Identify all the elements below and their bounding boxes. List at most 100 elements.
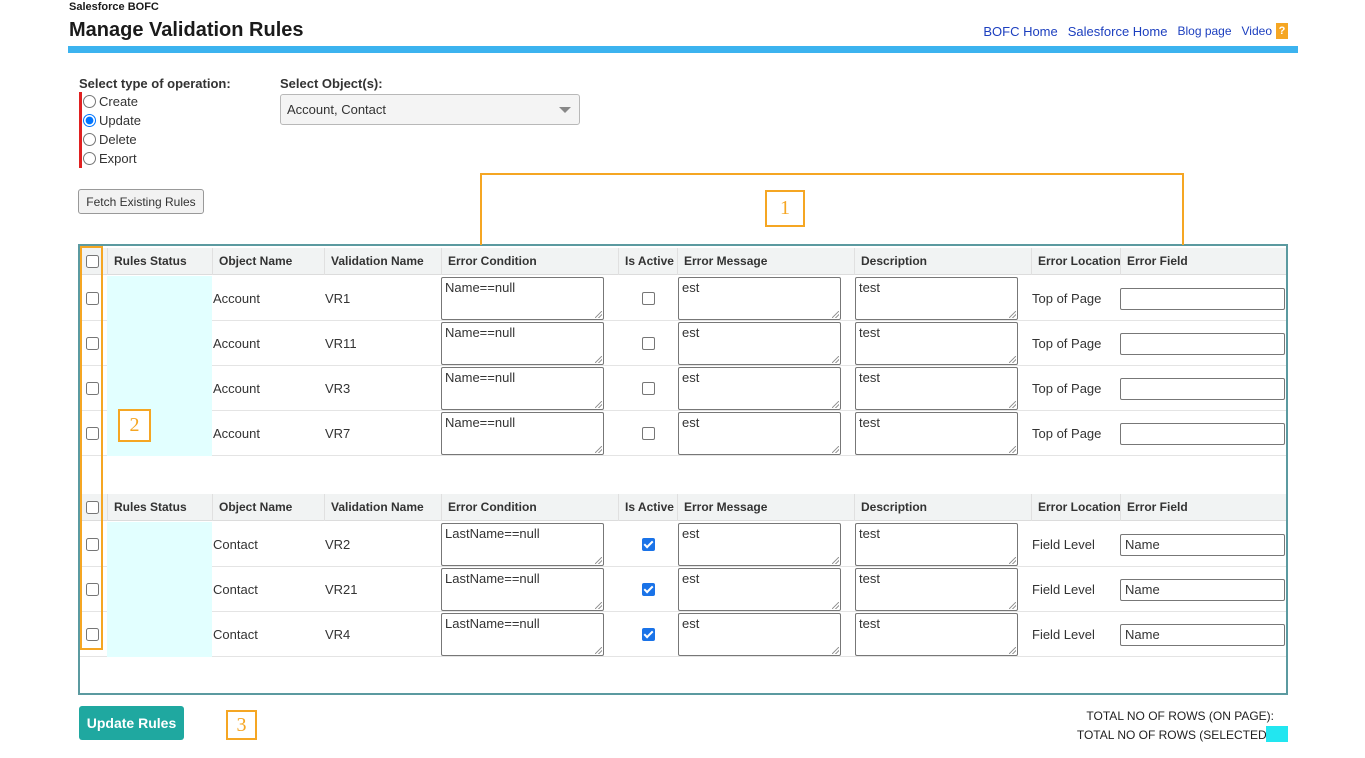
- operation-option-update[interactable]: Update: [83, 111, 141, 130]
- link-video[interactable]: Video: [1242, 24, 1272, 38]
- description-textarea[interactable]: test: [855, 568, 1018, 611]
- table-row: Contact VR4 LastName==null est test Field Lev…: [80, 612, 1286, 657]
- description-textarea[interactable]: test: [855, 412, 1018, 455]
- radio-create[interactable]: [83, 95, 96, 108]
- error-location: Top of Page: [1032, 336, 1102, 351]
- column-header: Error Message: [677, 494, 854, 521]
- resize-grip-icon: [832, 602, 839, 609]
- rules-status-cell: [107, 522, 212, 567]
- help-icon[interactable]: ?: [1276, 23, 1288, 39]
- error-condition-text: Name==null: [445, 280, 516, 295]
- annotation-bracket-2: [80, 246, 103, 650]
- annotation-label-3: 3: [226, 710, 257, 740]
- is-active-checkbox[interactable]: [642, 427, 655, 440]
- operation-option-label: Delete: [99, 132, 137, 147]
- validation-name: VR2: [325, 537, 351, 552]
- error-condition-textarea[interactable]: Name==null: [441, 322, 604, 365]
- resize-grip-icon: [832, 311, 839, 318]
- error-message-textarea[interactable]: est: [678, 412, 841, 455]
- rules-status-cell: [107, 567, 212, 612]
- error-condition-textarea[interactable]: LastName==null: [441, 523, 604, 566]
- column-header: Object Name: [212, 494, 324, 521]
- error-field-input[interactable]: [1120, 423, 1285, 445]
- error-field-input[interactable]: Name: [1120, 534, 1285, 556]
- object-name: Account: [213, 426, 260, 441]
- error-field-input[interactable]: [1120, 333, 1285, 355]
- error-field-input[interactable]: Name: [1120, 579, 1285, 601]
- operation-label: Select type of operation:: [79, 76, 231, 91]
- resize-grip-icon: [1009, 311, 1016, 318]
- description-text: test: [859, 571, 880, 586]
- description-textarea[interactable]: test: [855, 523, 1018, 566]
- error-message-text: est: [682, 571, 700, 586]
- object-name: Account: [213, 291, 260, 306]
- objects-select[interactable]: Account, Contact: [280, 94, 580, 125]
- fetch-existing-rules-button[interactable]: Fetch Existing Rules: [78, 189, 204, 214]
- error-condition-textarea[interactable]: Name==null: [441, 367, 604, 410]
- operation-option-export[interactable]: Export: [83, 149, 141, 168]
- resize-grip-icon: [595, 602, 602, 609]
- table-row: Account VR3 Name==null est test Top of Page: [80, 366, 1286, 411]
- error-field-input[interactable]: Name: [1120, 624, 1285, 646]
- error-message-text: est: [682, 370, 700, 385]
- error-field-input[interactable]: [1120, 288, 1285, 310]
- object-name: Contact: [213, 582, 258, 597]
- error-location: Top of Page: [1032, 426, 1102, 441]
- column-header: Description: [854, 494, 1031, 521]
- rules-table: Rules Status Object Name Validation Name Er…: [78, 244, 1288, 695]
- update-rules-button[interactable]: Update Rules: [79, 706, 184, 740]
- object-name: Contact: [213, 537, 258, 552]
- error-location: Field Level: [1032, 582, 1095, 597]
- table-row: Account VR1 Name==null est test Top of Page: [80, 276, 1286, 321]
- link-bofc-home[interactable]: BOFC Home: [983, 24, 1057, 39]
- error-message-textarea[interactable]: est: [678, 277, 841, 320]
- is-active-checkbox[interactable]: [642, 628, 655, 641]
- description-textarea[interactable]: test: [855, 277, 1018, 320]
- error-message-textarea[interactable]: est: [678, 568, 841, 611]
- description-textarea[interactable]: test: [855, 322, 1018, 365]
- operation-option-create[interactable]: Create: [83, 92, 141, 111]
- error-condition-text: LastName==null: [445, 526, 540, 541]
- link-blog-page[interactable]: Blog page: [1177, 24, 1231, 38]
- total-rows-selected: TOTAL NO OF ROWS (SELECTED):: [1076, 728, 1274, 742]
- rules-status-cell: [107, 366, 212, 411]
- error-condition-textarea[interactable]: LastName==null: [441, 568, 604, 611]
- description-textarea[interactable]: test: [855, 367, 1018, 410]
- operation-option-delete[interactable]: Delete: [83, 130, 141, 149]
- validation-name: VR21: [325, 582, 358, 597]
- resize-grip-icon: [595, 401, 602, 408]
- error-message-textarea[interactable]: est: [678, 367, 841, 410]
- error-condition-textarea[interactable]: Name==null: [441, 412, 604, 455]
- operation-option-label: Update: [99, 113, 141, 128]
- radio-update[interactable]: [83, 114, 96, 127]
- link-salesforce-home[interactable]: Salesforce Home: [1068, 24, 1168, 39]
- radio-delete[interactable]: [83, 133, 96, 146]
- resize-grip-icon: [832, 356, 839, 363]
- error-message-text: est: [682, 280, 700, 295]
- error-condition-text: Name==null: [445, 370, 516, 385]
- chevron-down-icon: [559, 107, 571, 113]
- error-location: Top of Page: [1032, 381, 1102, 396]
- error-condition-text: Name==null: [445, 325, 516, 340]
- error-condition-textarea[interactable]: Name==null: [441, 277, 604, 320]
- is-active-checkbox[interactable]: [642, 538, 655, 551]
- is-active-checkbox[interactable]: [642, 583, 655, 596]
- column-header: Rules Status: [107, 248, 212, 275]
- error-condition-textarea[interactable]: LastName==null: [441, 613, 604, 656]
- is-active-checkbox[interactable]: [642, 337, 655, 350]
- resize-grip-icon: [832, 557, 839, 564]
- error-condition-text: Name==null: [445, 415, 516, 430]
- is-active-checkbox[interactable]: [642, 292, 655, 305]
- error-location: Field Level: [1032, 537, 1095, 552]
- error-message-textarea[interactable]: est: [678, 613, 841, 656]
- error-message-textarea[interactable]: est: [678, 523, 841, 566]
- radio-export[interactable]: [83, 152, 96, 165]
- error-field-input[interactable]: [1120, 378, 1285, 400]
- error-message-textarea[interactable]: est: [678, 322, 841, 365]
- total-rows-on-page: TOTAL NO OF ROWS (ON PAGE):: [1086, 709, 1274, 723]
- is-active-checkbox[interactable]: [642, 382, 655, 395]
- resize-grip-icon: [1009, 602, 1016, 609]
- resize-grip-icon: [595, 311, 602, 318]
- annotation-bracket-1: [480, 173, 1184, 245]
- description-textarea[interactable]: test: [855, 613, 1018, 656]
